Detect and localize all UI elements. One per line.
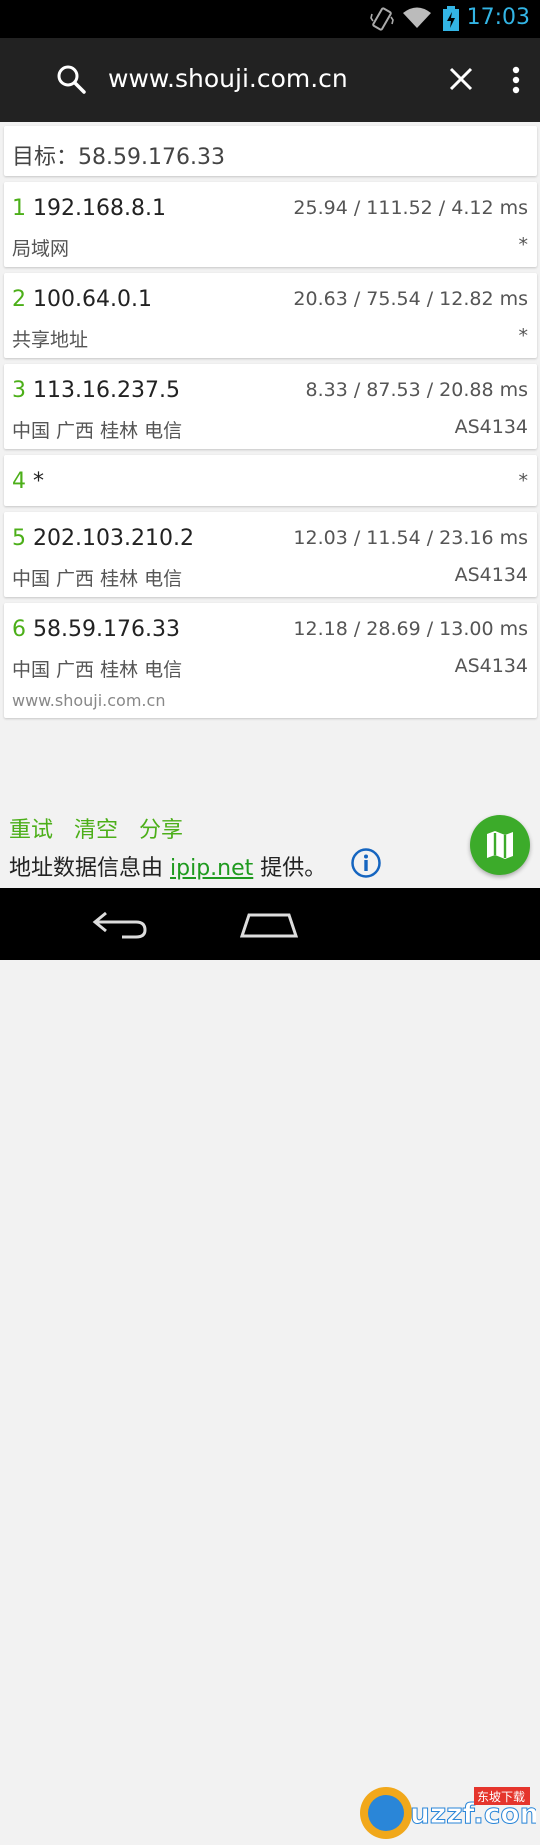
hop-card[interactable]: 3 113.16.237.5 8.33 / 87.53 / 20.88 ms 中… <box>4 364 537 449</box>
hop-asn: AS4134 <box>454 416 528 438</box>
overflow-menu-icon[interactable] <box>512 66 520 94</box>
clock: 17:03 <box>466 5 530 30</box>
toolbar: www.shouji.com.cn <box>0 38 540 122</box>
hop-rtt: 8.33 / 87.53 / 20.88 ms <box>305 379 529 401</box>
hop-ip: 192.168.8.1 <box>33 196 166 221</box>
action-bar: 重试 清空 分享 <box>9 812 197 844</box>
hop-location: 中国 广西 桂林 电信 <box>12 568 183 590</box>
url-input[interactable]: www.shouji.com.cn <box>108 64 348 93</box>
share-button[interactable]: 分享 <box>139 818 183 843</box>
close-icon[interactable] <box>448 66 474 92</box>
retry-button[interactable]: 重试 <box>9 818 53 843</box>
hop-ip: 100.64.0.1 <box>33 287 152 312</box>
hop-address: 2 100.64.0.1 <box>12 287 152 312</box>
hop-location: 中国 广西 桂林 电信 <box>12 659 183 681</box>
hop-ip: 58.59.176.33 <box>33 617 180 642</box>
target-label: 目标：58.59.176.33 <box>12 145 225 170</box>
hop-address: 5 202.103.210.2 <box>12 526 194 551</box>
status-bar: 17:03 <box>0 0 540 38</box>
hop-location: 局域网 <box>12 238 70 260</box>
hop-address: 6 58.59.176.33 <box>12 617 180 642</box>
map-button[interactable] <box>470 815 530 875</box>
hop-number: 2 <box>12 287 26 312</box>
back-icon[interactable] <box>92 910 148 940</box>
hop-address: 1 192.168.8.1 <box>12 196 166 221</box>
hop-ip: 113.16.237.5 <box>33 378 180 403</box>
clear-button[interactable]: 清空 <box>74 818 118 843</box>
hop-asn: AS4134 <box>454 564 528 586</box>
hop-card[interactable]: 2 100.64.0.1 20.63 / 75.54 / 12.82 ms 共享… <box>4 273 537 358</box>
navigation-bar: uzzf.com 东坡下载 <box>0 888 540 1839</box>
hop-card[interactable]: 5 202.103.210.2 12.03 / 11.54 / 23.16 ms… <box>4 512 537 597</box>
home-icon[interactable] <box>240 912 298 938</box>
hop-address: 3 113.16.237.5 <box>12 378 180 403</box>
hop-asn: AS4134 <box>454 655 528 677</box>
battery-icon <box>443 6 459 31</box>
hop-rtt: * <box>518 470 529 492</box>
hop-number: 3 <box>12 378 26 403</box>
hop-number: 4 <box>12 469 26 494</box>
search-icon[interactable] <box>56 64 86 94</box>
hop-number: 6 <box>12 617 26 642</box>
info-icon[interactable] <box>350 847 382 879</box>
hop-rtt: 12.03 / 11.54 / 23.16 ms <box>293 527 528 549</box>
data-source-note: 地址数据信息由 ipip.net 提供。 <box>9 850 326 882</box>
hop-location: 共享地址 <box>12 329 89 351</box>
hop-site: www.shouji.com.cn <box>12 691 166 710</box>
hop-rtt: 12.18 / 28.69 / 13.00 ms <box>293 618 528 640</box>
hop-rtt: 20.63 / 75.54 / 12.82 ms <box>293 288 528 310</box>
hop-address: 4 * <box>12 469 44 494</box>
hop-card[interactable]: 4 * * <box>4 455 537 506</box>
hop-location: 中国 广西 桂林 电信 <box>12 420 183 442</box>
hop-number: 1 <box>12 196 26 221</box>
hop-card[interactable]: 1 192.168.8.1 25.94 / 111.52 / 4.12 ms 局… <box>4 182 537 267</box>
vibrate-icon <box>370 7 394 31</box>
hop-ip: 202.103.210.2 <box>33 526 194 551</box>
wifi-icon <box>403 7 431 28</box>
hop-asn: * <box>518 234 529 256</box>
hop-asn: * <box>518 325 529 347</box>
hop-ip: * <box>33 469 44 494</box>
info-prefix: 地址数据信息由 <box>9 856 164 881</box>
svg-text:东坡下载: 东坡下载 <box>477 1790 525 1804</box>
map-icon <box>487 831 513 859</box>
target-card: 目标：58.59.176.33 <box>4 126 537 176</box>
info-suffix: 提供。 <box>260 856 327 881</box>
ipip-link[interactable]: ipip.net <box>170 856 253 881</box>
hop-card[interactable]: 6 58.59.176.33 12.18 / 28.69 / 13.00 ms … <box>4 603 537 718</box>
hop-number: 5 <box>12 526 26 551</box>
uzzf-watermark-logo: uzzf.com 东坡下载 <box>360 1787 536 1839</box>
hop-rtt: 25.94 / 111.52 / 4.12 ms <box>293 197 528 219</box>
